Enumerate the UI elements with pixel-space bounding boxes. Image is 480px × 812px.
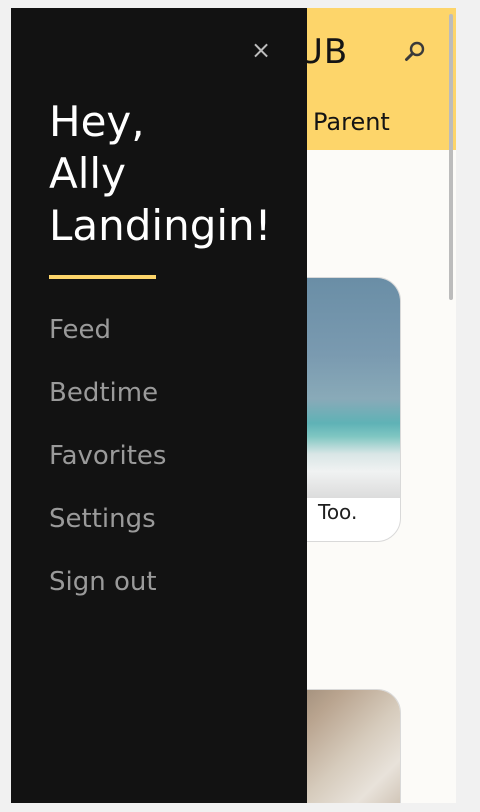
close-icon[interactable]: × bbox=[251, 38, 271, 62]
drawer-menu: Feed Bedtime Favorites Settings Sign out bbox=[49, 312, 166, 627]
menu-item-bedtime[interactable]: Bedtime bbox=[49, 375, 166, 438]
greeting-line: Hey, bbox=[49, 97, 145, 146]
search-icon[interactable] bbox=[403, 40, 427, 64]
app-screen: UB Parent Too. × Hey, Ally Landingin! Fe… bbox=[11, 8, 456, 803]
greeting-line: Landingin! bbox=[49, 201, 272, 250]
scrollbar[interactable] bbox=[449, 14, 453, 300]
greeting: Hey, Ally Landingin! bbox=[49, 96, 289, 252]
tab-parent[interactable]: Parent bbox=[313, 108, 390, 136]
accent-divider bbox=[49, 275, 156, 279]
greeting-line: Ally bbox=[49, 149, 126, 198]
menu-item-feed[interactable]: Feed bbox=[49, 312, 166, 375]
menu-item-sign-out[interactable]: Sign out bbox=[49, 564, 166, 627]
menu-item-favorites[interactable]: Favorites bbox=[49, 438, 166, 501]
card-caption: Too. bbox=[318, 500, 358, 524]
menu-item-settings[interactable]: Settings bbox=[49, 501, 166, 564]
navigation-drawer: × Hey, Ally Landingin! Feed Bedtime Favo… bbox=[11, 8, 307, 803]
